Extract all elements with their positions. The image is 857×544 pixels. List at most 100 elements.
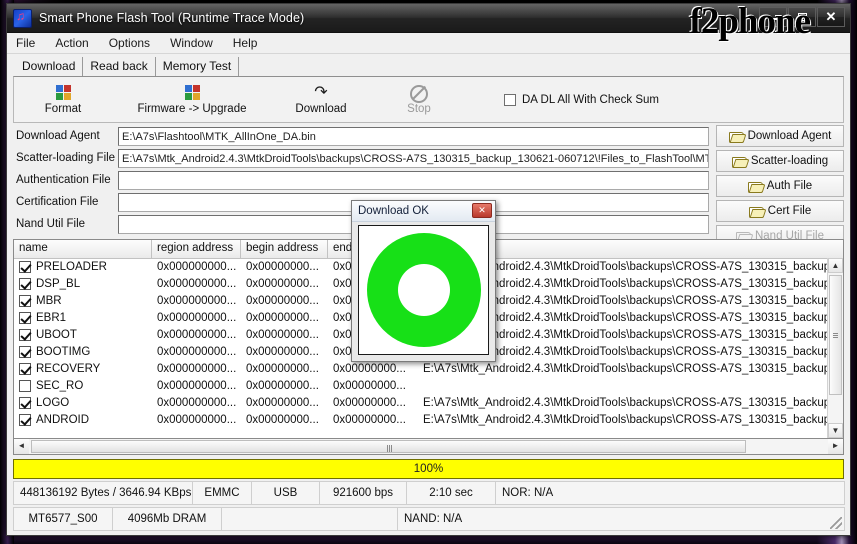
folder-icon: [731, 156, 747, 168]
folder-icon: [747, 181, 763, 193]
table-row[interactable]: ANDROID 0x000000000... 0x00000000... 0x0000…: [14, 411, 843, 428]
puzzle-icon: [55, 84, 71, 102]
progress-bar: 100%: [13, 459, 844, 479]
dialog-body: [358, 225, 489, 355]
browse-scatter-loading-button[interactable]: Scatter-loading: [716, 150, 844, 172]
table-cell-name: BOOTIMG: [14, 344, 152, 360]
table-cell-name: SEC_RO: [14, 378, 152, 394]
tab-download[interactable]: Download: [15, 57, 84, 76]
column-header-begin-address[interactable]: begin address: [241, 240, 328, 258]
firmware-upgrade-button[interactable]: Firmware -> Upgrade: [112, 84, 272, 115]
maximize-button[interactable]: [788, 7, 816, 27]
da-dl-checksum-label: DA DL All With Check Sum: [522, 93, 659, 106]
table-cell-region-address: 0x000000000...: [157, 294, 237, 307]
table-vertical-scrollbar[interactable]: ▲ ▼: [827, 258, 843, 438]
minimize-button[interactable]: [759, 7, 787, 27]
file-browse-buttons: Download Agent Scatter-loading Auth File…: [716, 125, 844, 250]
dialog-title-bar[interactable]: Download OK ✕: [352, 201, 495, 222]
table-row[interactable]: LOGO 0x000000000... 0x00000000... 0x0000000…: [14, 394, 843, 411]
close-icon: ✕: [478, 205, 486, 215]
row-checkbox[interactable]: [19, 413, 31, 426]
status-connection: USB: [251, 481, 320, 505]
menu-item-action[interactable]: Action: [55, 36, 88, 50]
status-elapsed-time: 2:10 sec: [406, 481, 496, 505]
browse-cert-file-button[interactable]: Cert File: [716, 200, 844, 222]
window-title: Smart Phone Flash Tool (Runtime Trace Mo…: [39, 11, 305, 25]
maximize-icon: [797, 13, 807, 22]
download-button[interactable]: ↷ Download: [272, 83, 370, 115]
scroll-left-arrow-icon[interactable]: ◄: [14, 439, 29, 454]
menu-item-help[interactable]: Help: [233, 36, 258, 50]
table-cell-region-address: 0x000000000...: [157, 362, 237, 375]
resize-grip[interactable]: [830, 517, 842, 529]
tab-memory-test[interactable]: Memory Test: [155, 57, 240, 76]
row-checkbox[interactable]: [19, 277, 31, 290]
table-cell-begin-address: 0x00000000...: [246, 311, 319, 324]
scatter-loading-input[interactable]: E:\A7s\Mtk_Android2.4.3\MtkDroidTools\ba…: [118, 148, 709, 168]
browse-download-agent-button[interactable]: Download Agent: [716, 125, 844, 147]
table-horizontal-scrollbar[interactable]: ◄ ►: [13, 439, 844, 455]
title-bar[interactable]: Smart Phone Flash Tool (Runtime Trace Mo…: [7, 4, 850, 33]
table-cell-begin-address: 0x00000000...: [246, 260, 319, 273]
close-button[interactable]: ✕: [817, 7, 845, 27]
table-cell-name: RECOVERY: [14, 361, 152, 377]
partition-name: RECOVERY: [36, 362, 101, 375]
row-checkbox[interactable]: [19, 294, 31, 307]
scroll-up-arrow-icon[interactable]: ▲: [828, 258, 843, 273]
status-bytes-speed: 448136192 Bytes / 3646.94 KBps: [13, 481, 193, 505]
status-dram: 4096Mb DRAM: [112, 507, 222, 531]
row-checkbox[interactable]: [19, 345, 31, 358]
table-cell-region-address: 0x000000000...: [157, 328, 237, 341]
table-cell-name: LOGO: [14, 395, 152, 411]
menu-item-file[interactable]: File: [16, 36, 35, 50]
row-checkbox[interactable]: [19, 328, 31, 341]
column-header-name[interactable]: name: [14, 240, 152, 258]
row-checkbox[interactable]: [19, 396, 31, 409]
close-icon: ✕: [825, 9, 837, 24]
tab-read-back[interactable]: Read back: [83, 57, 156, 76]
browse-auth-file-button[interactable]: Auth File: [716, 175, 844, 197]
stop-button[interactable]: Stop: [370, 84, 468, 115]
table-row[interactable]: SEC_RO 0x000000000... 0x00000000... 0x00000…: [14, 377, 843, 394]
menu-item-window[interactable]: Window: [170, 36, 213, 50]
vertical-scroll-thumb[interactable]: [829, 275, 842, 395]
row-checkbox[interactable]: [19, 362, 31, 375]
table-cell-begin-address: 0x00000000...: [246, 362, 319, 375]
firmware-upgrade-button-label: Firmware -> Upgrade: [137, 102, 247, 115]
dialog-close-button[interactable]: ✕: [472, 203, 492, 218]
scroll-down-arrow-icon[interactable]: ▼: [828, 423, 843, 438]
column-header-region-address[interactable]: region address: [152, 240, 241, 258]
table-cell-location: E:\A7s\Mtk_Android2.4.3\MtkDroidTools\ba…: [423, 362, 843, 375]
success-ring-icon: [366, 233, 481, 347]
table-cell-name: EBR1: [14, 310, 152, 326]
download-arrow-icon: ↷: [314, 83, 328, 101]
status-baud-rate: 921600 bps: [319, 481, 407, 505]
da-dl-checksum-option[interactable]: DA DL All With Check Sum: [504, 93, 659, 106]
menu-item-options[interactable]: Options: [109, 36, 150, 50]
status-bar-row-2: MT6577_S00 4096Mb DRAM NAND: N/A: [13, 507, 845, 531]
row-checkbox[interactable]: [19, 379, 31, 392]
table-cell-begin-address: 0x00000000...: [246, 345, 319, 358]
main-window: Smart Phone Flash Tool (Runtime Trace Mo…: [6, 1, 851, 536]
row-checkbox[interactable]: [19, 260, 31, 273]
download-button-label: Download: [295, 102, 347, 115]
browse-cert-file-label: Cert File: [767, 205, 812, 217]
partition-name: PRELOADER: [36, 260, 107, 273]
format-button[interactable]: Format: [14, 84, 112, 115]
scroll-right-arrow-icon[interactable]: ►: [828, 439, 843, 454]
table-row[interactable]: RECOVERY 0x000000000... 0x00000000... 0x000…: [14, 360, 843, 377]
download-agent-input[interactable]: E:\A7s\Flashtool\MTK_AllInOne_DA.bin: [118, 126, 709, 146]
authentication-file-input[interactable]: [118, 170, 709, 190]
dialog-title: Download OK: [358, 205, 429, 217]
row-checkbox[interactable]: [19, 311, 31, 324]
stop-icon: [410, 84, 428, 103]
partition-name: EBR1: [36, 311, 67, 324]
nand-util-file-label: Nand Util File: [16, 218, 86, 230]
partition-name: DSP_BL: [36, 277, 81, 290]
table-cell-region-address: 0x000000000...: [157, 345, 237, 358]
da-dl-checksum-checkbox[interactable]: [504, 93, 516, 106]
browse-scatter-loading-label: Scatter-loading: [750, 155, 829, 167]
status-bar-row-1: 448136192 Bytes / 3646.94 KBps EMMC USB …: [13, 481, 845, 505]
horizontal-scroll-thumb[interactable]: [31, 440, 746, 453]
app-icon: [13, 8, 32, 28]
